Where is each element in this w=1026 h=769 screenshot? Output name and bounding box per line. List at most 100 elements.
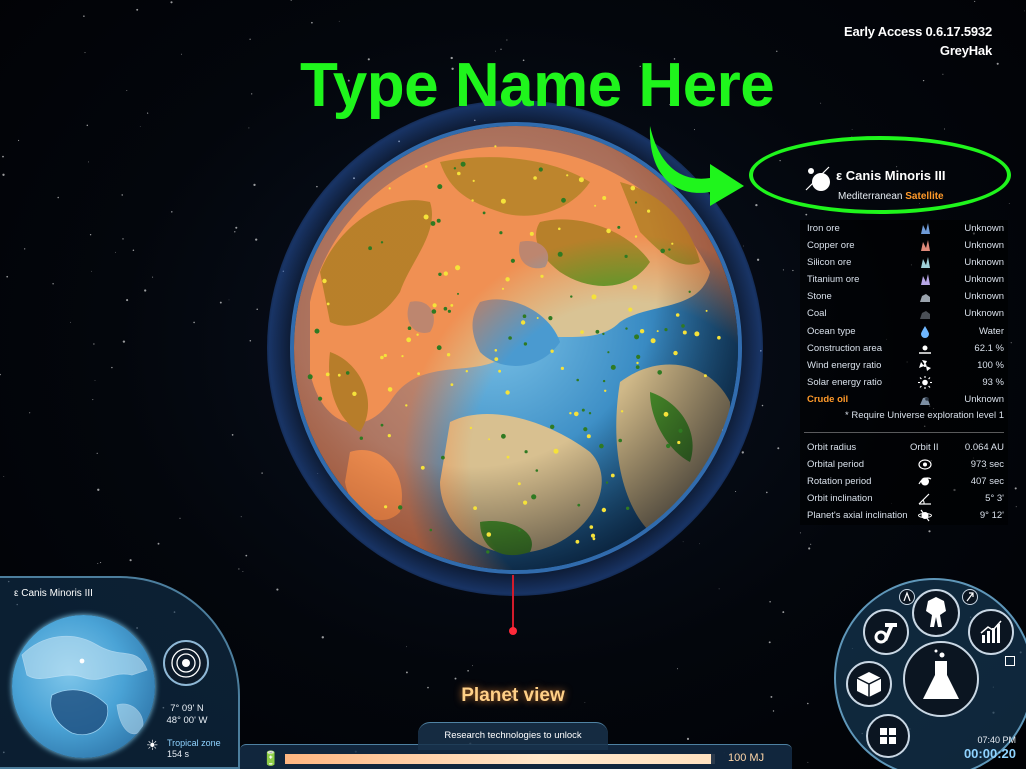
star bbox=[851, 129, 853, 131]
star bbox=[111, 366, 113, 369]
star bbox=[219, 301, 222, 304]
resource-value: Unknown bbox=[964, 291, 1004, 303]
resource-row: Crude oil Unknown bbox=[800, 391, 1008, 408]
star bbox=[1014, 487, 1017, 490]
coal-icon bbox=[920, 311, 930, 320]
minimap-globe[interactable] bbox=[12, 615, 155, 758]
vegetation-dot bbox=[578, 177, 584, 183]
vegetation-dot bbox=[501, 433, 506, 439]
vegetation-dot bbox=[529, 231, 534, 236]
star bbox=[94, 380, 96, 381]
window-toggle-icon[interactable] bbox=[1005, 656, 1015, 666]
star bbox=[942, 73, 944, 75]
vegetation-dot bbox=[595, 329, 600, 334]
vegetation-dot bbox=[501, 287, 505, 290]
vegetation-dot bbox=[494, 349, 498, 352]
vegetation-dot bbox=[588, 412, 592, 415]
research-button[interactable] bbox=[903, 641, 979, 717]
vegetation-dot bbox=[380, 241, 384, 244]
stone-icon bbox=[920, 294, 930, 303]
planet-name[interactable]: ε Canis Minoris III bbox=[836, 168, 945, 183]
star bbox=[290, 0, 292, 1]
orbit-row: Orbit inclination 5° 3' bbox=[800, 490, 1008, 507]
star bbox=[83, 15, 85, 17]
vegetation-dot bbox=[387, 387, 393, 392]
star bbox=[238, 568, 240, 570]
star bbox=[248, 127, 250, 129]
cube-icon bbox=[856, 672, 882, 697]
vegetation-dot bbox=[636, 354, 641, 359]
orbit-value: 973 sec bbox=[970, 459, 1004, 471]
probe-marker-dot[interactable] bbox=[509, 627, 517, 635]
star bbox=[770, 695, 773, 698]
star bbox=[996, 62, 999, 65]
orbit-view-button[interactable] bbox=[163, 640, 209, 686]
star bbox=[132, 249, 135, 251]
resource-row: Titanium ore Unknown bbox=[800, 271, 1008, 288]
vegetation-dot bbox=[368, 246, 372, 251]
mecha-button[interactable] bbox=[912, 589, 960, 637]
star bbox=[2, 155, 4, 158]
vegetation-dot bbox=[634, 334, 640, 340]
star bbox=[121, 194, 123, 196]
inventory-button[interactable] bbox=[846, 661, 892, 707]
star bbox=[100, 562, 102, 564]
blueprint-button[interactable] bbox=[866, 714, 910, 758]
crude-oil-icon bbox=[920, 396, 930, 405]
orbit-view-icon bbox=[171, 648, 201, 678]
vegetation-dot bbox=[436, 345, 442, 351]
hammer-gear-icon bbox=[874, 623, 897, 644]
energy-value: 100 MJ bbox=[728, 752, 765, 764]
minimap-planet-name: ε Canis Minoris III bbox=[14, 588, 93, 599]
vegetation-dot bbox=[581, 408, 585, 412]
orbit-index: Orbit II bbox=[910, 442, 939, 454]
vegetation-dot bbox=[432, 303, 437, 308]
small-f-button[interactable] bbox=[962, 589, 978, 605]
star bbox=[761, 404, 764, 407]
vegetation-dot bbox=[387, 434, 391, 438]
star bbox=[122, 238, 124, 240]
version-info: Early Access 0.6.17.5932 GreyHak bbox=[844, 22, 992, 60]
vegetation-dot bbox=[424, 165, 428, 168]
vegetation-dot bbox=[677, 440, 681, 445]
vegetation-dot bbox=[494, 357, 499, 361]
star bbox=[922, 79, 925, 82]
resource-list: Iron ore Unknown Copper ore Unknown Silico… bbox=[800, 220, 1008, 408]
resource-value: Water bbox=[979, 325, 1004, 337]
research-prompt[interactable]: Research technologies to unlock bbox=[418, 722, 608, 750]
vegetation-dot bbox=[500, 198, 506, 204]
star bbox=[2, 173, 5, 176]
star bbox=[776, 50, 778, 52]
star bbox=[29, 412, 31, 414]
vegetation-dot bbox=[499, 231, 503, 235]
vegetation-dot bbox=[450, 383, 454, 386]
small-a-button[interactable] bbox=[899, 589, 915, 605]
star bbox=[820, 102, 822, 104]
satellite-planet-icon bbox=[805, 166, 830, 191]
vegetation-dot bbox=[494, 145, 497, 148]
resource-row: Ocean type Water bbox=[800, 323, 1008, 340]
vegetation-dot bbox=[524, 450, 528, 454]
orbit-value: 0.064 AU bbox=[964, 442, 1004, 454]
vegetation-dot bbox=[359, 436, 363, 440]
vegetation-dot bbox=[517, 482, 521, 486]
vegetation-dot bbox=[345, 371, 350, 375]
build-tools-button[interactable] bbox=[863, 609, 909, 655]
vegetation-dot bbox=[656, 330, 659, 333]
vegetation-dot bbox=[569, 412, 572, 415]
vegetation-dot bbox=[657, 370, 662, 375]
sun-icon bbox=[918, 375, 932, 389]
vegetation-dot bbox=[671, 242, 674, 245]
vegetation-dot bbox=[666, 443, 671, 449]
vegetation-dot bbox=[668, 248, 671, 251]
vegetation-dot bbox=[566, 174, 569, 177]
vegetation-dot bbox=[705, 309, 708, 312]
flask-icon bbox=[923, 649, 959, 699]
vegetation-dot bbox=[594, 204, 597, 207]
star bbox=[276, 588, 279, 591]
minimap-coordinates: 7° 09' N 48° 00' W bbox=[165, 703, 209, 727]
vegetation-dot bbox=[518, 529, 521, 532]
star bbox=[253, 183, 256, 187]
a-icon bbox=[903, 591, 911, 602]
vegetation-dot bbox=[618, 438, 622, 443]
